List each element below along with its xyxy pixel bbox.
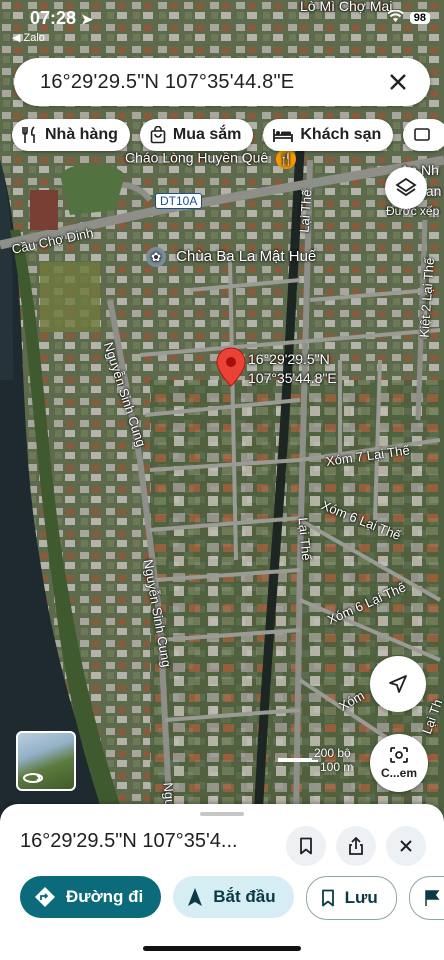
bookmark-icon xyxy=(321,889,334,907)
search-input[interactable]: 16°29'29.5"N 107°35'44.8"E xyxy=(40,71,294,94)
street-view-thumbnail[interactable] xyxy=(16,731,76,791)
share-icon xyxy=(349,836,363,855)
lens-label: C...em xyxy=(380,766,417,780)
restaurant-marker-icon: 🍴 xyxy=(276,149,297,169)
place-chao-long-label: Cháo Lòng Huyền Quê xyxy=(125,149,269,166)
navigation-arrow-icon xyxy=(389,675,407,693)
pin-coordinates-label: 16°29'29.5"N 107°35'44.8"E xyxy=(248,350,337,388)
map-scale: 200 bộ 100 m xyxy=(278,746,353,774)
chip-shopping[interactable]: Mua sắm xyxy=(139,119,254,151)
status-time: 07:28 ➤ xyxy=(30,8,93,29)
road-shield-dt10a: DT10A xyxy=(155,193,203,209)
save-button[interactable]: Lưu xyxy=(305,876,397,920)
action-buttons: Đường đi Bắt đầu Lưu xyxy=(20,876,444,920)
close-icon[interactable] xyxy=(384,68,412,96)
home-indicator[interactable] xyxy=(143,946,301,951)
chip-restaurants[interactable]: Nhà hàng xyxy=(12,119,130,151)
start-button[interactable]: Bắt đầu xyxy=(173,876,294,918)
fork-knife-icon xyxy=(22,126,35,143)
layers-button[interactable] xyxy=(385,167,427,209)
shopping-bag-icon xyxy=(150,126,166,144)
back-to-app-link[interactable]: ◀ Zalo xyxy=(12,31,45,44)
battery-icon: 98 xyxy=(409,12,430,24)
search-bar[interactable]: 16°29'29.5"N 107°35'44.8"E xyxy=(14,58,430,106)
status-time-text: 07:28 xyxy=(30,8,77,28)
label-button[interactable] xyxy=(408,876,444,920)
chip-restaurants-label: Nhà hàng xyxy=(45,126,118,143)
scale-m-label: 100 m xyxy=(320,760,354,774)
chip-hotels-label: Khách sạn xyxy=(300,126,382,143)
directions-icon xyxy=(35,887,55,907)
place-chua[interactable]: ✿ Chùa Ba La Mật Huế xyxy=(146,247,316,267)
chip-more[interactable] xyxy=(403,119,444,151)
place-chua-label: Chùa Ba La Mật Huế xyxy=(176,247,317,265)
start-label: Bắt đầu xyxy=(213,887,276,906)
pin-lng: 107°35'44.8"E xyxy=(248,370,337,386)
status-right: 98 xyxy=(387,9,430,26)
layers-icon xyxy=(395,177,417,197)
chip-hotels[interactable]: Khách sạn xyxy=(263,119,394,151)
rotate-360-icon xyxy=(23,773,43,783)
close-icon xyxy=(400,840,412,852)
more-chip-icon xyxy=(414,128,431,141)
bed-icon xyxy=(273,129,294,142)
sheet-drag-handle[interactable] xyxy=(200,812,244,816)
wifi-icon xyxy=(387,9,404,26)
flag-icon xyxy=(424,890,440,906)
place-chao-long[interactable]: Cháo Lòng Huyền Quê 🍴 xyxy=(125,149,297,169)
chip-shopping-label: Mua sắm xyxy=(172,126,242,143)
location-pin-icon[interactable] xyxy=(216,347,246,387)
google-lens-button[interactable]: C...em xyxy=(370,734,428,792)
navigation-start-icon xyxy=(188,888,203,906)
bookmark-icon xyxy=(300,837,312,855)
pin-lat: 16°29'29.5"N xyxy=(248,351,330,367)
close-sheet-button[interactable] xyxy=(386,826,426,866)
scale-ft-label: 200 bộ xyxy=(314,746,351,760)
status-bar: 07:28 ➤ ◀ Zalo 98 xyxy=(0,0,444,48)
directions-label: Đường đi xyxy=(66,887,144,906)
place-bottom-sheet: 16°29'29.5"N 107°35'4... Đường đi Bắt đầ… xyxy=(0,804,444,960)
location-arrow-icon: ➤ xyxy=(81,11,93,27)
road-lai-the-north: Lại Thế xyxy=(296,188,315,234)
save-label: Lưu xyxy=(344,888,378,907)
category-chips: Nhà hàng Mua sắm Khách sạn xyxy=(12,119,444,151)
scale-bar-ft xyxy=(278,750,312,760)
share-button[interactable] xyxy=(336,826,376,866)
temple-marker-icon: ✿ xyxy=(146,247,166,267)
directions-button[interactable]: Đường đi xyxy=(20,876,162,918)
scale-bar-m xyxy=(278,760,318,770)
save-icon-button[interactable] xyxy=(286,826,326,866)
camera-lens-icon xyxy=(390,747,408,763)
my-location-button[interactable] xyxy=(370,656,426,712)
place-title: 16°29'29.5"N 107°35'4... xyxy=(20,830,238,852)
